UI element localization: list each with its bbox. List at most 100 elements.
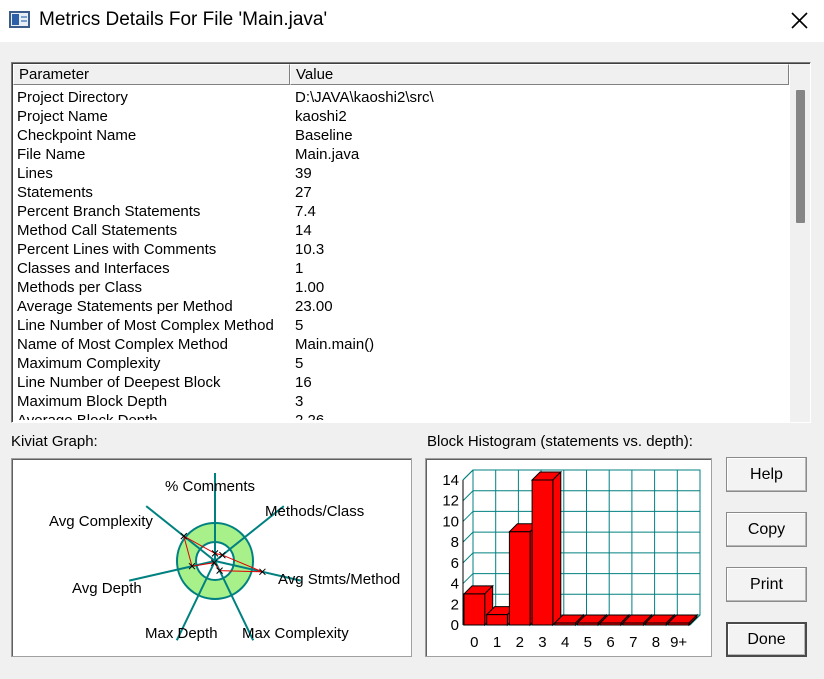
histogram-x-tick-label: 0 [470, 634, 478, 651]
table-row[interactable]: Statements 27 [17, 183, 787, 202]
block-histogram-chart: 024681012140 1 2 3 4 5 6 7 8 9+ [442, 469, 701, 651]
table-row[interactable]: Lines 39 [17, 164, 787, 183]
close-icon [791, 12, 808, 29]
parameter-name: Classes and Interfaces [17, 260, 170, 277]
parameter-value: 7.4 [295, 203, 316, 220]
table-rows: Project Directory D:\JAVA\kaoshi2\src\ Pro… [17, 88, 787, 420]
kiviat-axis-label: Max Complexity [242, 625, 349, 642]
parameter-name: Maximum Block Depth [17, 393, 168, 410]
histogram-grid-line [462, 531, 474, 543]
kiviat-axis-label: % Comments [165, 478, 255, 495]
table-row[interactable]: Maximum Complexity 5 [17, 354, 787, 373]
kiviat-axis-label: Avg Depth [72, 580, 142, 597]
histogram-y-tick-label: 2 [451, 596, 459, 613]
histogram-bar [577, 622, 599, 626]
table-row[interactable]: Classes and Interfaces 1 [17, 259, 787, 278]
metrics-table: Parameter Value Project Directory D:\JAVA… [11, 62, 811, 423]
histogram-y-tick-label: 6 [451, 555, 459, 572]
histogram-x-tick-label: 2 [516, 634, 524, 651]
kiviat-graph-panel: % Comments Methods/Class Avg Stmts/Method M… [11, 458, 412, 657]
parameter-value: 10.3 [295, 241, 325, 258]
table-row[interactable]: File Name Main.java [17, 145, 787, 164]
table-row[interactable]: Maximum Block Depth 3 [17, 392, 787, 411]
block-histogram-panel: 0 2 4 6 8 10 12 14 0 1 2 3 4 5 6 7 8 9+ [425, 458, 712, 657]
parameter-value: 14 [295, 222, 312, 239]
table-row[interactable]: Line Number of Deepest Block 16 [17, 373, 787, 392]
parameter-value: 1.00 [295, 279, 325, 296]
title-bar: Metrics Details For File 'Main.java' [0, 0, 824, 42]
table-header: Parameter Value [13, 64, 789, 85]
histogram-x-tick-label: 6 [606, 634, 614, 651]
kiviat-axis-label: Avg Complexity [49, 513, 153, 530]
table-row[interactable]: Average Statements per Method 23.00 [17, 297, 787, 316]
histogram-x-tick-label: 8 [652, 634, 660, 651]
parameter-value: 1 [295, 260, 304, 277]
close-button[interactable] [780, 4, 818, 36]
histogram-grid-line [462, 511, 474, 522]
histogram-y-tick-label: 4 [451, 576, 459, 593]
done-button[interactable]: Done [726, 622, 807, 657]
copy-button[interactable]: Copy [726, 512, 807, 547]
histogram-bar [622, 622, 645, 626]
table-row[interactable]: Checkpoint Name Baseline [17, 126, 787, 145]
kiviat-axis-label: Avg Stmts/Method [278, 571, 400, 588]
parameter-value: 16 [295, 374, 312, 391]
histogram-y-tick-label: 8 [451, 534, 459, 551]
parameter-value: kaoshi2 [295, 108, 347, 125]
parameter-name: Lines [17, 165, 53, 182]
parameter-value: 27 [295, 184, 312, 201]
histogram-grid-line [462, 469, 474, 481]
column-header-value[interactable]: Value [290, 64, 789, 85]
table-row[interactable]: Method Call Statements 14 [17, 221, 787, 240]
parameter-name: Checkpoint Name [17, 127, 137, 144]
histogram-y-tick-label: 0 [451, 617, 459, 634]
histogram-bar [554, 622, 577, 626]
block-histogram-label: Block Histogram (statements vs. depth): [427, 433, 693, 450]
vertical-scrollbar[interactable] [790, 64, 810, 422]
parameter-value: 39 [295, 165, 312, 182]
table-row[interactable]: Percent Branch Statements 7.4 [17, 202, 787, 221]
parameter-value: 23.00 [295, 298, 333, 315]
parameter-name: Maximum Complexity [17, 355, 161, 372]
parameter-name: Methods per Class [17, 279, 143, 296]
histogram-grid-line [462, 552, 474, 564]
histogram-x-tick-label: 7 [629, 634, 637, 651]
table-row[interactable]: Project Name kaoshi2 [17, 107, 787, 126]
table-row[interactable]: Name of Most Complex Method Main.main() [17, 335, 787, 354]
parameter-name: Project Directory [17, 89, 128, 106]
kiviat-axis-label: Max Depth [145, 625, 218, 642]
parameter-value: Main.java [295, 146, 360, 163]
histogram-bar [645, 622, 667, 626]
histogram-bar [463, 593, 486, 626]
parameter-value: 5 [295, 355, 304, 372]
table-row[interactable]: Line Number of Most Complex Method 5 [17, 316, 787, 335]
parameter-name: Name of Most Complex Method [17, 336, 228, 353]
parameter-name: Average Statements per Method [17, 298, 233, 315]
table-row[interactable]: Percent Lines with Comments 10.3 [17, 240, 787, 259]
parameter-value: Main.main() [295, 336, 375, 353]
table-row[interactable]: Project Directory D:\JAVA\kaoshi2\src\ [17, 88, 787, 107]
window-title: Metrics Details For File 'Main.java' [39, 9, 328, 30]
parameter-name: Line Number of Deepest Block [17, 374, 221, 391]
print-button[interactable]: Print [726, 567, 807, 602]
kiviat-graph: % Comments Methods/Class Avg Stmts/Method M… [49, 473, 400, 642]
help-button[interactable]: Help [726, 457, 807, 492]
table-row[interactable]: Average Block Depth 2.26 [17, 411, 787, 420]
histogram-bar [486, 614, 508, 626]
parameter-name: Statements [17, 184, 93, 201]
parameter-value: 2.26 [295, 411, 324, 420]
parameter-name: Project Name [17, 108, 108, 125]
histogram-x-tick-label: 9+ [670, 634, 687, 651]
histogram-grid-line [462, 490, 474, 502]
table-row[interactable]: Methods per Class 1.00 [17, 278, 787, 297]
kiviat-axis-label: Methods/Class [265, 503, 364, 520]
histogram-x-tick-label: 3 [538, 634, 546, 651]
scrollbar-thumb[interactable] [796, 90, 805, 223]
histogram-bar [667, 622, 690, 626]
column-header-parameter[interactable]: Parameter [13, 64, 290, 85]
histogram-bar-side [552, 470, 562, 627]
histogram-grid-line [462, 573, 474, 584]
histogram-y-tick-label: 14 [442, 472, 459, 489]
histogram-bar [599, 622, 622, 626]
app-icon [9, 11, 30, 28]
